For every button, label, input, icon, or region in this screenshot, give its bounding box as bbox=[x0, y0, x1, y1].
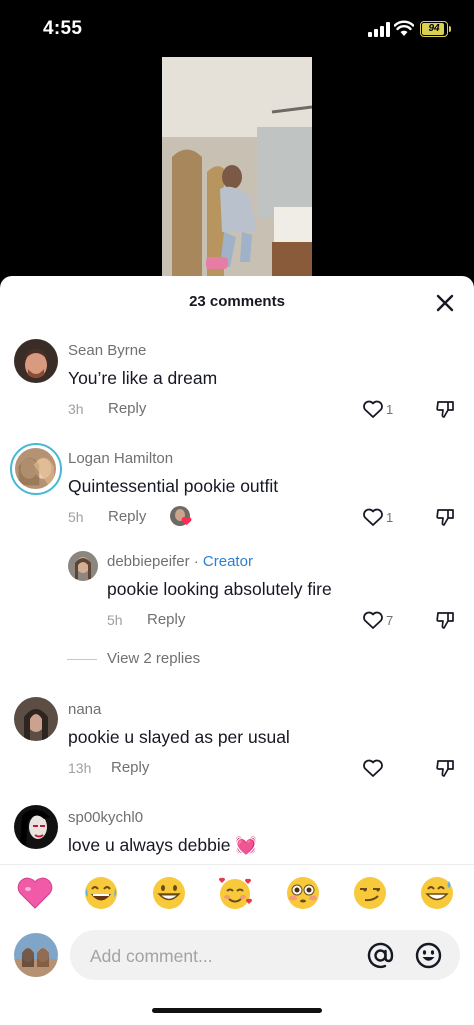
user-avatar[interactable] bbox=[14, 933, 58, 977]
avatar[interactable] bbox=[68, 551, 98, 581]
comment-time: 3h bbox=[68, 401, 84, 417]
thumbs-down-icon[interactable] bbox=[435, 507, 457, 527]
creator-heart-icon bbox=[181, 516, 192, 526]
comment-username[interactable]: nana bbox=[68, 701, 101, 718]
smiling-face-with-hearts-emoji[interactable] bbox=[216, 874, 254, 912]
like-count: 1 bbox=[386, 402, 394, 417]
reply-button[interactable]: Reply bbox=[108, 400, 146, 417]
emoji-picker-icon[interactable] bbox=[415, 942, 442, 969]
view-replies-label: View 2 replies bbox=[107, 650, 201, 667]
joy-emoji[interactable] bbox=[82, 874, 120, 912]
like-count: 1 bbox=[386, 510, 394, 525]
grin-emoji[interactable] bbox=[150, 874, 188, 912]
smirk-emoji[interactable] bbox=[351, 874, 389, 912]
comment-username[interactable]: Logan Hamilton bbox=[68, 450, 173, 467]
divider bbox=[0, 864, 474, 865]
comment-text-body: love u always debbie bbox=[68, 835, 231, 855]
battery-level: 94 bbox=[428, 23, 440, 34]
home-indicator bbox=[152, 1008, 322, 1013]
comment-time: 5h bbox=[68, 509, 84, 525]
heart-icon[interactable] bbox=[362, 507, 384, 527]
reply-username[interactable]: debbiepeifer · Creator bbox=[107, 553, 253, 570]
wifi-icon bbox=[394, 20, 414, 36]
comment-text: You’re like a dream bbox=[68, 368, 218, 388]
avatar[interactable] bbox=[14, 805, 58, 849]
signal-icon bbox=[368, 22, 390, 37]
reply-time: 5h bbox=[107, 612, 123, 628]
comment-username[interactable]: Sean Byrne bbox=[68, 342, 146, 359]
avatar-story-ring[interactable] bbox=[10, 443, 62, 495]
comment-text: Quintessential pookie outfit bbox=[68, 476, 279, 496]
thumbs-down-icon[interactable] bbox=[435, 758, 457, 778]
thumbs-down-icon[interactable] bbox=[435, 610, 457, 630]
reply-username-text[interactable]: debbiepeifer bbox=[107, 553, 190, 570]
heart-icon[interactable] bbox=[362, 758, 384, 778]
reply-button[interactable]: Reply bbox=[111, 759, 149, 776]
comment-input-container bbox=[70, 930, 460, 982]
heart-icon[interactable] bbox=[362, 399, 384, 419]
comment-text: love u always debbie 💓 bbox=[68, 835, 257, 856]
view-replies-button[interactable]: View 2 replies bbox=[67, 650, 200, 667]
battery-icon: 94 bbox=[420, 21, 448, 37]
pink-heart-emoji[interactable] bbox=[16, 874, 54, 912]
thumbs-down-icon[interactable] bbox=[435, 399, 457, 419]
avatar[interactable] bbox=[14, 339, 58, 383]
view-replies-line bbox=[67, 658, 97, 660]
like-count: 7 bbox=[386, 613, 394, 628]
flushed-emoji[interactable] bbox=[284, 874, 322, 912]
reply-button[interactable]: Reply bbox=[147, 611, 185, 628]
status-bar: 4:55 94 bbox=[0, 0, 474, 60]
creator-badge: Creator bbox=[202, 553, 253, 570]
add-comment-input[interactable] bbox=[88, 930, 352, 982]
comment-username[interactable]: sp00kychl0 bbox=[68, 809, 143, 826]
comments-count-title: 23 comments bbox=[189, 293, 285, 310]
comment-text: pookie u slayed as per usual bbox=[68, 727, 290, 747]
mention-at-icon[interactable] bbox=[367, 942, 394, 969]
reply-button[interactable]: Reply bbox=[108, 508, 146, 525]
avatar[interactable] bbox=[14, 697, 58, 741]
growing-heart-emoji: 💓 bbox=[235, 835, 258, 855]
sweat-smile-emoji[interactable] bbox=[418, 874, 456, 912]
status-time: 4:55 bbox=[43, 18, 83, 39]
video-frame-image bbox=[162, 57, 312, 277]
badge-separator: · bbox=[189, 553, 203, 570]
heart-icon[interactable] bbox=[362, 610, 384, 630]
video-thumbnail[interactable] bbox=[162, 57, 312, 277]
reply-text: pookie looking absolutely fire bbox=[107, 579, 332, 599]
quick-emoji-bar bbox=[0, 869, 474, 919]
comments-sheet: 23 comments Sean Byrne You’re like a dre… bbox=[0, 276, 474, 1025]
close-icon[interactable] bbox=[434, 292, 456, 314]
comment-time: 13h bbox=[68, 760, 92, 776]
